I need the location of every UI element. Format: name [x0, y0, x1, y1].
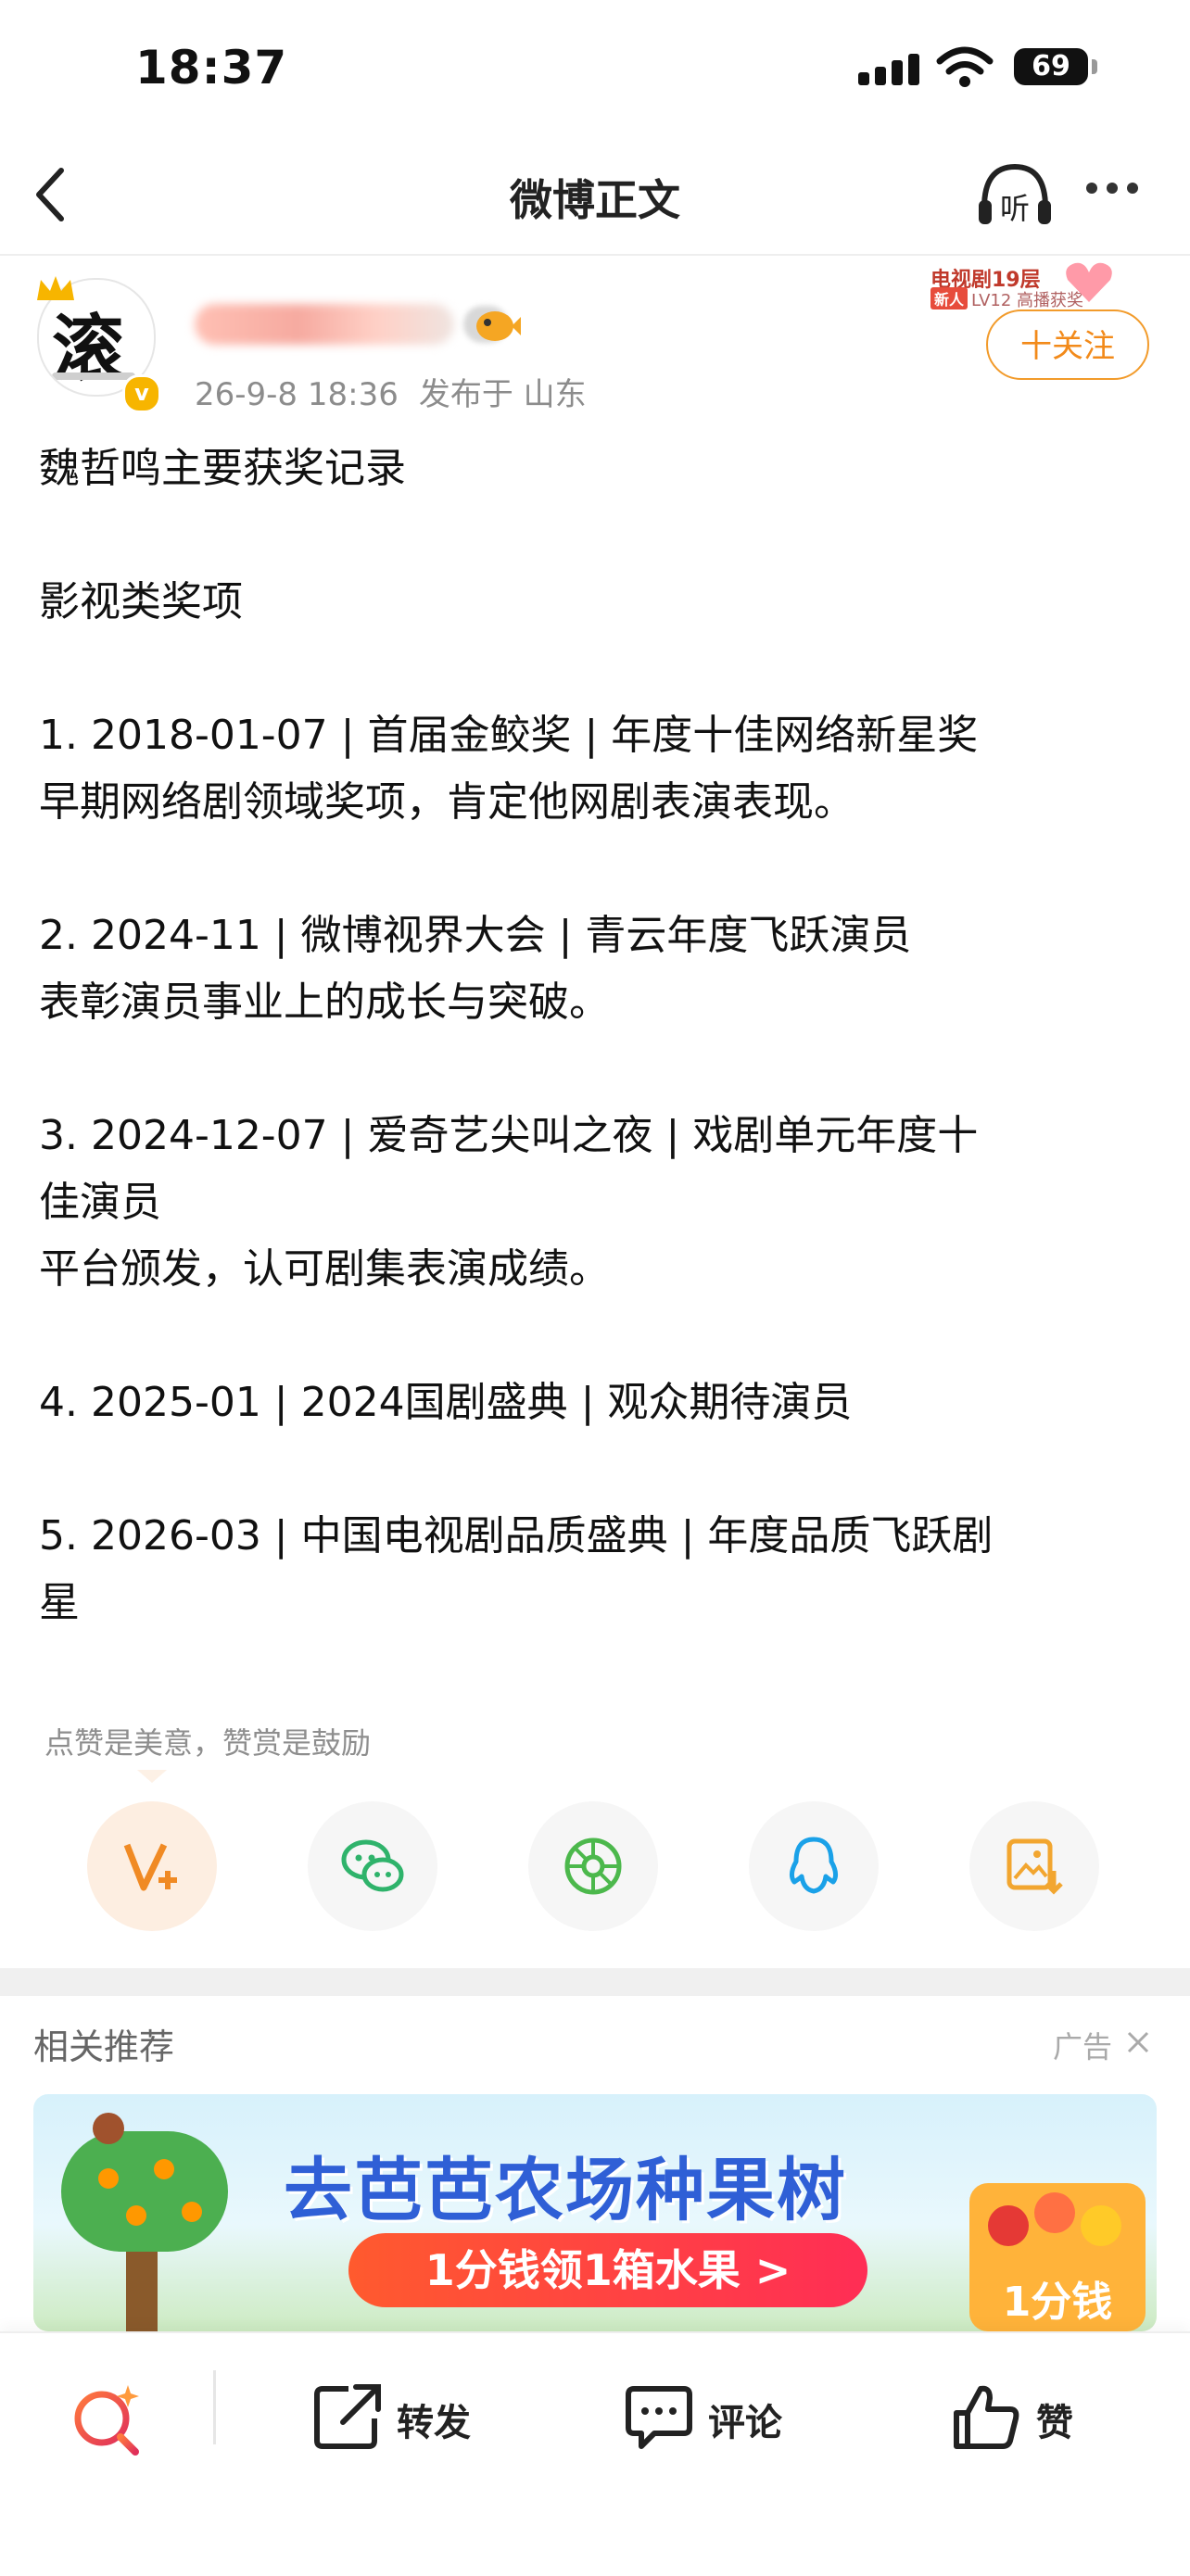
post-line: 5. 2026-03 | 中国电视剧品质盛典 | 年度品质飞跃剧	[39, 1512, 994, 1559]
verified-badge-icon: v	[122, 374, 161, 413]
save-image-icon	[1006, 1838, 1063, 1895]
v-plus-icon	[123, 1843, 177, 1891]
post-line: 佳演员	[39, 1179, 161, 1226]
thumbs-up-icon	[954, 2385, 1019, 2449]
search-sparkle-icon[interactable]	[69, 2381, 146, 2459]
avatar-caption	[52, 373, 135, 380]
post-line: 魏哲鸣主要获奖记录	[39, 445, 406, 492]
repost-label: 转发	[397, 2402, 471, 2444]
like-button[interactable]: 赞	[951, 2380, 1099, 2454]
post-line: 早期网络剧领域奖项，肯定他网剧表演表现。	[39, 778, 855, 826]
post-line: 1. 2018-01-07 | 首届金鲛奖 | 年度十佳网络新星奖	[39, 712, 979, 759]
related-title: 相关推荐	[33, 2027, 175, 2067]
cellular-signal-icon	[858, 52, 925, 85]
fruit-basket-icon: 1分钱	[969, 2183, 1146, 2331]
promo-new-tag: 新人	[930, 287, 968, 309]
post-line: 平台颁发，认可剧集表演成绩。	[39, 1245, 610, 1293]
post-body: 魏哲鸣主要获奖记录 影视类奖项 1. 2018-01-07 | 首届金鲛奖 | …	[39, 436, 1151, 1636]
tip-pointer	[137, 1770, 167, 1783]
like-label: 赞	[1036, 2402, 1073, 2444]
repost-button[interactable]: 转发	[311, 2380, 497, 2454]
comment-icon	[626, 2386, 692, 2449]
follow-button[interactable]: 十关注	[986, 309, 1149, 380]
comment-button[interactable]: 评论	[623, 2380, 808, 2454]
ad-label: 广告	[1053, 2029, 1113, 2065]
author-name-blurred[interactable]	[195, 304, 454, 345]
banner-title: 去芭芭农场种果树	[284, 2151, 847, 2230]
share-moments-button[interactable]	[528, 1801, 658, 1931]
post-meta: 26-9-8 18:36 发布于 山东	[195, 369, 587, 414]
banner-cta-button[interactable]: 1分钱领1箱水果 >	[348, 2233, 867, 2307]
fish-badge-icon	[476, 311, 521, 341]
listen-headphones-icon[interactable]: 听	[975, 159, 1055, 234]
status-time: 18:37	[135, 41, 288, 95]
post-location: 发布于 山东	[418, 376, 587, 413]
heart-sticker-icon	[1066, 262, 1112, 302]
close-ad-icon[interactable]	[1125, 2029, 1151, 2055]
fruit-tree-icon	[61, 2131, 228, 2252]
battery-indicator: 69	[1014, 48, 1088, 85]
save-image-button[interactable]	[969, 1801, 1099, 1931]
status-bar: 18:37 69	[0, 0, 1190, 139]
bottom-toolbar: 转发 评论 赞	[0, 2331, 1190, 2576]
post-timestamp: 26-9-8 18:36	[195, 376, 399, 413]
wifi-icon	[936, 46, 994, 87]
share-qq-button[interactable]	[749, 1801, 879, 1931]
listen-label: 听	[1000, 191, 1030, 226]
post-line: 2. 2024-11 | 微博视界大会 | 青云年度飞跃演员	[39, 912, 912, 959]
post-line: 影视类奖项	[39, 578, 243, 625]
repost-icon	[314, 2384, 381, 2449]
moments-icon	[564, 1837, 622, 1895]
qq-icon	[789, 1837, 839, 1894]
v-plus-reward-button[interactable]	[87, 1801, 217, 1931]
wechat-icon	[341, 1839, 404, 1892]
post-line: 表彰演员事业上的成长与突破。	[39, 979, 610, 1026]
squirrel-icon	[93, 2113, 124, 2144]
share-wechat-button[interactable]	[308, 1801, 437, 1931]
toolbar-separator	[213, 2370, 216, 2444]
promo-badge[interactable]: 电视剧19层 新人 LV12 高播获奖	[923, 259, 1121, 311]
section-divider	[0, 1968, 1190, 1996]
comment-label: 评论	[708, 2402, 782, 2444]
post-line: 星	[39, 1579, 80, 1626]
ad-banner[interactable]: 去芭芭农场种果树 1分钱领1箱水果 > 1分钱	[33, 2094, 1157, 2331]
nav-bar: 微博正文 听	[0, 139, 1190, 256]
banner-price: 1分钱	[1002, 2279, 1113, 2326]
crown-icon	[37, 276, 74, 300]
post-line: 3. 2024-12-07 | 爱奇艺尖叫之夜 | 戏剧单元年度十	[39, 1112, 979, 1159]
reward-tip: 点赞是美意，赞赏是鼓励	[44, 1725, 372, 1761]
post-line: 4. 2025-01 | 2024国剧盛典 | 观众期待演员	[39, 1379, 853, 1426]
more-options-icon[interactable]	[1086, 180, 1160, 208]
battery-cap	[1092, 59, 1097, 74]
